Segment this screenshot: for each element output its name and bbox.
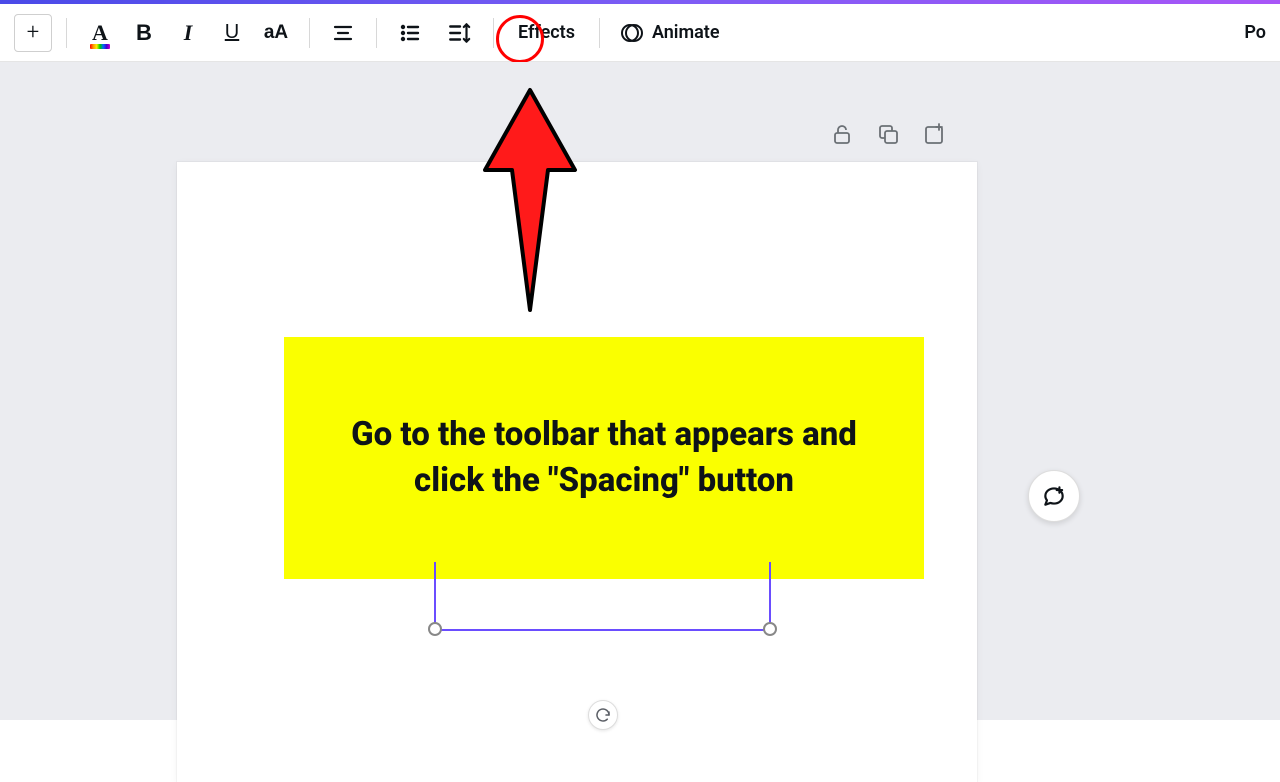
tutorial-callout: Go to the toolbar that appears and click… — [284, 337, 924, 579]
spacing-button[interactable] — [441, 14, 479, 52]
divider — [376, 18, 377, 48]
case-button[interactable]: aA — [257, 14, 295, 52]
selection-edge — [434, 562, 436, 628]
canvas-action-bar — [830, 122, 946, 146]
color-spectrum — [90, 44, 110, 49]
underline-button[interactable]: U — [213, 14, 251, 52]
divider — [309, 18, 310, 48]
text-color-button[interactable]: A — [81, 14, 119, 52]
selection-edge — [769, 562, 771, 628]
workspace: Go to the toolbar that appears and click… — [0, 62, 1280, 720]
divider — [493, 18, 494, 48]
text-selection-box[interactable] — [428, 628, 777, 632]
animate-icon — [620, 21, 644, 45]
rotate-handle[interactable] — [588, 700, 618, 730]
divider — [66, 18, 67, 48]
rotate-icon — [594, 706, 612, 724]
align-center-icon — [331, 21, 355, 45]
selection-handle-right[interactable] — [763, 622, 777, 636]
lock-icon[interactable] — [830, 122, 854, 146]
list-button[interactable] — [391, 14, 429, 52]
duplicate-icon[interactable] — [876, 122, 900, 146]
add-button[interactable]: + — [14, 14, 52, 52]
selection-baseline — [434, 629, 771, 631]
add-page-icon[interactable] — [922, 122, 946, 146]
italic-button[interactable]: I — [169, 14, 207, 52]
text-color-A: A — [92, 20, 108, 46]
effects-button[interactable]: Effects — [508, 14, 585, 52]
bold-button[interactable]: B — [125, 14, 163, 52]
bullet-list-icon — [398, 21, 422, 45]
animate-label: Animate — [652, 22, 720, 43]
text-toolbar: + A B I U aA Effects — [0, 4, 1280, 62]
comment-button[interactable] — [1028, 470, 1080, 522]
animate-button[interactable]: Animate — [614, 14, 726, 52]
selection-handle-left[interactable] — [428, 622, 442, 636]
line-spacing-icon — [447, 20, 473, 46]
divider — [599, 18, 600, 48]
comment-plus-icon — [1041, 483, 1067, 509]
alignment-button[interactable] — [324, 14, 362, 52]
position-truncated[interactable]: Po — [1244, 22, 1266, 43]
